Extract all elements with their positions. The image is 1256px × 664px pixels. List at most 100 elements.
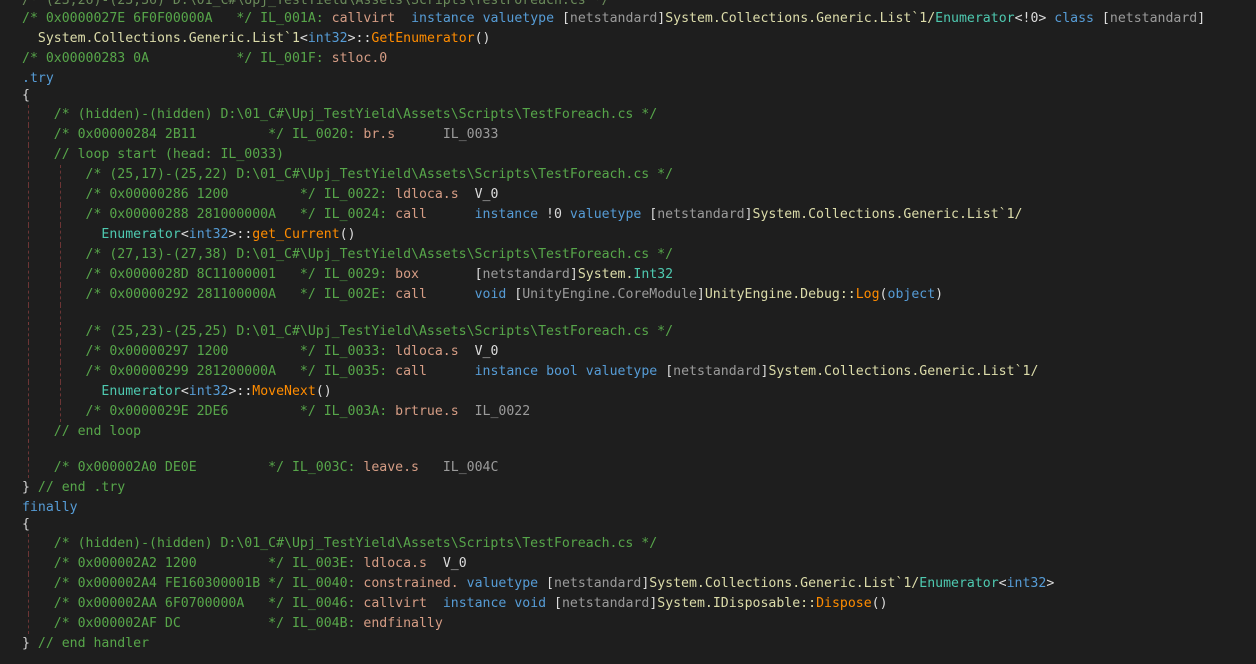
code-token-comment: /* 0x00000283 0A */ IL_001F: [22, 51, 332, 66]
code-line[interactable] [0, 440, 1256, 460]
code-token-method: GetEnumerator [371, 31, 475, 46]
code-line[interactable]: /* (25,17)-(25,22) D:\01_C#\Upj_TestYiel… [0, 165, 1256, 185]
code-line[interactable]: /* 0x0000029E 2DE6 */ IL_003A: brtrue.s … [0, 402, 1256, 422]
code-token-keyword: object [887, 287, 936, 302]
code-text: System.Collections.Generic.List`1<int32>… [22, 29, 491, 49]
code-token-white: ] [569, 267, 578, 282]
code-line[interactable]: // end loop [0, 422, 1256, 442]
code-token-opcode: leave.s [363, 460, 419, 475]
code-text: /* 0x000002A0 DE0E */ IL_003C: leave.s I… [22, 458, 499, 478]
code-token-type: Enumerator [101, 384, 181, 399]
code-line[interactable]: Enumerator<int32>::get_Current() [0, 225, 1256, 245]
code-token-method: MoveNext [252, 384, 316, 399]
code-token-white: () [339, 227, 356, 242]
code-token-brace: { [22, 88, 30, 103]
code-line[interactable]: /* 0x00000286 1200 */ IL_0022: ldloca.s … [0, 185, 1256, 205]
code-token-white: <!0> [1014, 11, 1055, 26]
code-token-gray: netstandard [482, 267, 570, 282]
code-token-white: [ [641, 207, 658, 222]
code-text: /* 0x000002AA 6F0700000A */ IL_0046: cal… [22, 594, 888, 614]
code-text: /* 0x000002A4 FE160300001B */ IL_0040: c… [22, 574, 1055, 594]
code-line[interactable]: // loop start (head: IL_0033) [0, 145, 1256, 165]
code-token-white [427, 596, 443, 611]
code-token-opcode: ldloca.s [363, 556, 427, 571]
code-token-white: [ [1093, 11, 1110, 26]
code-token-white: ] [696, 287, 705, 302]
code-line[interactable]: /* 0x00000283 0A */ IL_001F: stloc.0 [0, 49, 1256, 69]
code-token-white: ] [744, 207, 753, 222]
code-line[interactable]: /* 0x00000292 281100000A */ IL_002E: cal… [0, 285, 1256, 305]
code-token-opcode: constrained. [363, 576, 459, 591]
code-token-comment: /* 0x0000029E 2DE6 */ IL_003A: [22, 404, 396, 419]
code-token-type: Enumerator [919, 576, 999, 591]
code-text: /* (27,13)-(27,38) D:\01_C#\Upj_TestYiel… [22, 245, 674, 265]
code-token-white [427, 364, 475, 379]
code-line[interactable]: /* (25,23)-(25,25) D:\01_C#\Upj_TestYiel… [0, 322, 1256, 342]
code-token-gray: netstandard [554, 576, 642, 591]
code-line[interactable]: { [0, 86, 1256, 106]
code-line[interactable]: /* 0x00000288 281000000A */ IL_0024: cal… [0, 205, 1256, 225]
code-line[interactable]: } // end handler [0, 634, 1256, 654]
code-line[interactable]: /* 0x00000299 281200000A */ IL_0035: cal… [0, 362, 1256, 382]
code-text: /* (25,23)-(25,25) D:\01_C#\Upj_TestYiel… [22, 322, 674, 342]
code-token-white [578, 364, 586, 379]
code-line[interactable]: /* 0x0000027E 6F0F00000A */ IL_001A: cal… [0, 9, 1256, 29]
code-line[interactable]: Enumerator<int32>::MoveNext() [0, 382, 1256, 402]
code-text: /* 0x000002AF DC */ IL_004B: endfinally [22, 614, 443, 634]
code-token-white [419, 460, 443, 475]
code-token-white: V_0 [458, 187, 499, 202]
code-token-white [475, 11, 483, 26]
code-token-opcode: endfinally [363, 616, 443, 631]
code-line[interactable]: System.Collections.Generic.List`1<int32>… [0, 29, 1256, 49]
code-text: /* 0x0000027E 6F0F00000A */ IL_001A: cal… [22, 9, 1205, 29]
code-text: } // end handler [22, 634, 149, 654]
code-token-comment: /* (27,13)-(27,38) D:\01_C#\Upj_TestYiel… [22, 247, 674, 262]
code-text: /* 0x000002A2 1200 */ IL_003E: ldloca.s … [22, 554, 467, 574]
code-token-comment: /* 0x00000288 281000000A */ IL_0024: [22, 207, 396, 222]
code-line[interactable]: { [0, 515, 1256, 535]
code-token-white: () [871, 596, 888, 611]
code-line[interactable]: /* (hidden)-(hidden) D:\01_C#\Upj_TestYi… [0, 105, 1256, 125]
code-token-white: V_0 [426, 556, 467, 571]
code-line[interactable]: /* 0x0000028D 8C11000001 */ IL_0029: box… [0, 265, 1256, 285]
code-token-opcode: callvirt [363, 596, 427, 611]
code-token-keyword: instance [411, 11, 475, 26]
code-line[interactable]: /* 0x00000284 2B11 */ IL_0020: br.s IL_0… [0, 125, 1256, 145]
code-token-white: [ [546, 596, 562, 611]
code-token-white: ) [935, 287, 944, 302]
code-token-white: [ [419, 267, 483, 282]
code-text: { [22, 86, 30, 106]
code-token-opcode: ldloca.s [395, 344, 459, 359]
code-line[interactable]: /* 0x000002A4 FE160300001B */ IL_0040: c… [0, 574, 1256, 594]
code-token-yellow: UnityEngine.Debug:: [704, 287, 856, 302]
code-text: /* (hidden)-(hidden) D:\01_C#\Upj_TestYi… [22, 534, 657, 554]
code-token-label: IL_004C [442, 460, 499, 475]
code-text: { [22, 515, 30, 535]
code-token-white [22, 384, 101, 399]
code-line[interactable]: /* 0x000002A0 DE0E */ IL_003C: leave.s I… [0, 458, 1256, 478]
code-token-yellow: System.Collections.Generic.List`1/ [752, 207, 1023, 222]
code-token-white: [ [657, 364, 674, 379]
code-text: // loop start (head: IL_0033) [22, 145, 284, 165]
code-token-method: Dispose [816, 596, 872, 611]
code-line[interactable]: /* 0x000002A2 1200 */ IL_003E: ldloca.s … [0, 554, 1256, 574]
code-editor[interactable]: /* (23,26)-(23,36) D:\01_C#\Upj_TestYiel… [0, 0, 1256, 664]
code-token-keyword: int32 [188, 227, 229, 242]
code-line[interactable]: /* 0x000002AF DC */ IL_004B: endfinally [0, 614, 1256, 634]
code-token-comment: /* 0x00000299 281200000A */ IL_0035: [22, 364, 396, 379]
code-token-gray: netstandard [569, 11, 658, 26]
code-token-keyword: class [1054, 11, 1094, 26]
code-token-opcode: call [395, 207, 427, 222]
code-text: } // end .try [22, 478, 125, 498]
code-token-comment: /* 0x000002A2 1200 */ IL_003E: [22, 556, 364, 571]
code-token-keyword: instance [474, 364, 539, 379]
code-line[interactable]: } // end .try [0, 478, 1256, 498]
code-token-comment: /* (25,23)-(25,25) D:\01_C#\Upj_TestYiel… [22, 324, 674, 339]
code-line[interactable]: /* 0x00000297 1200 */ IL_0033: ldloca.s … [0, 342, 1256, 362]
code-token-keyword: int32 [307, 31, 348, 46]
code-line[interactable]: /* (hidden)-(hidden) D:\01_C#\Upj_TestYi… [0, 534, 1256, 554]
code-line[interactable]: /* 0x000002AA 6F0700000A */ IL_0046: cal… [0, 594, 1256, 614]
code-line[interactable]: /* (27,13)-(27,38) D:\01_C#\Upj_TestYiel… [0, 245, 1256, 265]
code-token-gray: netstandard [657, 207, 745, 222]
code-token-brace: } [22, 480, 38, 495]
